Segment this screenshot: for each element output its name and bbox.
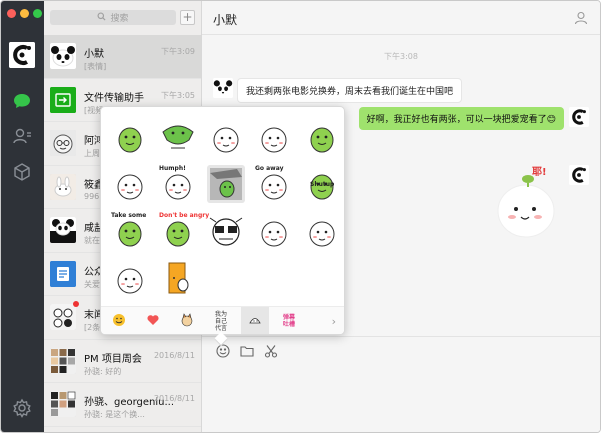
sticker-item[interactable]: Humph! xyxy=(159,165,197,203)
official-account-icon xyxy=(50,260,76,287)
avatar-group-mixed xyxy=(50,391,76,417)
session-preview: 就在 xyxy=(84,236,100,245)
add-chat-button[interactable]: + xyxy=(180,10,195,25)
session-preview: 孙骁: 好的 xyxy=(84,366,122,376)
sticker-item[interactable] xyxy=(159,118,197,156)
sticker-item[interactable] xyxy=(207,118,245,156)
avatar-bunny xyxy=(50,173,76,200)
sticker-item[interactable] xyxy=(255,212,293,250)
avatar-group-pandas xyxy=(50,304,76,330)
tab-smile[interactable] xyxy=(105,307,133,334)
folder-icon[interactable] xyxy=(240,344,254,358)
file-transfer-icon xyxy=(50,86,76,113)
sticker-item[interactable]: Go away xyxy=(255,165,293,203)
sticker-item[interactable]: Take some xyxy=(111,212,149,250)
sent-sticker-peach[interactable]: 耶! xyxy=(494,161,564,241)
tab-cat[interactable] xyxy=(173,307,201,334)
chat-icon[interactable] xyxy=(12,91,32,111)
session-preview: 孙骁: 是这个换... xyxy=(84,410,145,419)
wechat-window: 搜索 + 小默 下午3:09 [表情] 文件传输助手 下午3:05 [视频] 阿… xyxy=(0,0,601,433)
avatar-panda-2 xyxy=(50,217,76,243)
session-preview: [表情] xyxy=(84,62,107,71)
sticker-item[interactable] xyxy=(303,118,341,156)
tab-pink-text[interactable]: 弹幕吐槽 xyxy=(275,307,303,334)
sticker-picker-popup: Humph! Go away Shutup Take some Don't be ang… xyxy=(100,106,345,335)
avatar-panda xyxy=(50,43,76,69)
search-box[interactable]: 搜索 xyxy=(50,10,176,25)
tab-label: 我为自己代言 xyxy=(214,310,227,332)
settings-gear-icon[interactable] xyxy=(12,398,32,418)
heart-icon xyxy=(146,313,160,330)
sticker-item[interactable] xyxy=(111,118,149,156)
more-categories-button[interactable]: › xyxy=(332,315,336,328)
sticker-item[interactable]: Shutup xyxy=(303,165,341,203)
sticker-caption: 耶! xyxy=(532,167,547,178)
sticker-caption: Don't be angry xyxy=(159,212,210,219)
avatar-group-pm xyxy=(50,347,76,374)
session-time: 下午3:09 xyxy=(161,47,195,56)
sticker-caption: Go away xyxy=(255,165,284,172)
session-time: 2016/8/11 xyxy=(153,350,195,360)
sticker-item[interactable] xyxy=(255,118,293,156)
contacts-icon[interactable] xyxy=(12,126,32,146)
contact-avatar[interactable] xyxy=(213,78,233,98)
my-avatar[interactable] xyxy=(9,42,35,68)
tab-text-sticker[interactable]: 我为自己代言 xyxy=(207,307,235,334)
search-icon xyxy=(97,11,106,24)
sticker-item[interactable]: Don't be angry xyxy=(159,212,210,250)
sticker-item[interactable] xyxy=(303,212,341,250)
input-divider xyxy=(202,336,600,337)
chat-title: 小默 xyxy=(213,13,238,27)
session-name: PM 项目周会 xyxy=(84,353,142,365)
time-separator: 下午3:08 xyxy=(384,52,418,61)
scissors-icon[interactable] xyxy=(264,344,278,358)
sticker-item[interactable] xyxy=(159,259,197,297)
dino-icon xyxy=(248,313,262,330)
session-preview: 996 xyxy=(84,191,100,201)
my-avatar-small[interactable] xyxy=(569,165,589,185)
sticker-item[interactable] xyxy=(111,165,149,203)
sticker-caption: Shutup xyxy=(310,181,335,188)
session-item[interactable]: 小默 下午3:09 [表情] xyxy=(44,35,201,79)
sticker-item[interactable] xyxy=(111,259,149,297)
tab-heart[interactable] xyxy=(139,307,167,334)
session-time: 下午3:05 xyxy=(161,90,195,100)
avatar-glasses xyxy=(50,130,76,156)
chat-info-person-icon[interactable] xyxy=(574,11,588,25)
chat-header: 小默 xyxy=(202,1,600,35)
sticker-caption: Humph! xyxy=(159,165,186,172)
close-window-button[interactable] xyxy=(7,9,16,18)
session-name: 小默 xyxy=(84,49,104,60)
session-time: 2016/8/11 xyxy=(153,394,195,403)
favorites-box-icon[interactable] xyxy=(12,162,32,182)
smile-icon xyxy=(112,313,126,330)
message-bubble-outgoing[interactable]: 好啊，我正好也有两张，可以一块把爱宠看了😊 xyxy=(358,107,564,130)
minimize-window-button[interactable] xyxy=(20,9,29,18)
message-bubble-incoming[interactable]: 我还剩两张电影兑换券，周末去看我们诞生在中国吧 xyxy=(237,78,463,103)
window-controls xyxy=(7,9,42,18)
sticker-item[interactable] xyxy=(207,212,245,250)
session-item[interactable]: PM 项目周会 2016/8/11 孙骁: 好的 xyxy=(44,340,201,383)
zoom-window-button[interactable] xyxy=(33,9,42,18)
session-item[interactable]: 孙骁、georgeniu... 2016/8/11 孙骁: 是这个换... xyxy=(44,383,201,427)
sticker-category-tabs: › 我为自己代言 弹幕吐槽 xyxy=(101,306,344,334)
emoji-button-icon[interactable] xyxy=(216,344,230,358)
tab-dino[interactable] xyxy=(241,307,269,334)
sticker-caption: Take some xyxy=(111,212,147,219)
unread-dot xyxy=(73,301,79,307)
session-name: 文件传输助手 xyxy=(84,92,144,104)
session-preview: 上周 xyxy=(84,149,100,158)
session-preview: 关爱 xyxy=(84,279,100,289)
nav-rail xyxy=(1,1,44,432)
sticker-item[interactable] xyxy=(207,165,245,203)
search-placeholder: 搜索 xyxy=(110,14,129,24)
sticker-grid: Humph! Go away Shutup Take some Don't be ang… xyxy=(109,115,339,305)
cat-icon xyxy=(180,312,194,330)
tab-label: 弹幕吐槽 xyxy=(282,314,295,328)
my-avatar-small[interactable] xyxy=(569,107,589,127)
